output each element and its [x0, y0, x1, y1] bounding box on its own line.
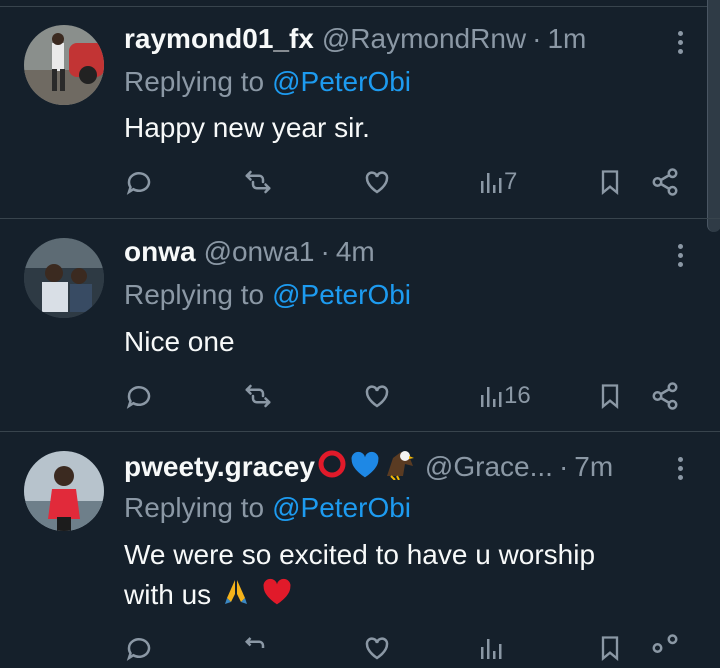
- tweet-text-line: Happy new year sir.: [124, 112, 370, 143]
- separator-dot: ·: [532, 23, 542, 54]
- red-ring-icon: [317, 449, 347, 486]
- eagle-icon: [383, 448, 417, 487]
- mention-link[interactable]: @PeterObi: [272, 66, 411, 98]
- red-heart-icon: [261, 576, 293, 617]
- share-icon[interactable]: [650, 628, 680, 668]
- avatar-onwa[interactable]: [24, 238, 104, 318]
- display-name[interactable]: pweety.gracey: [124, 451, 315, 483]
- bookmark-icon[interactable]: [596, 628, 624, 668]
- tweet-divider: [0, 431, 720, 432]
- action-bar: 16: [124, 376, 694, 416]
- bookmark-icon[interactable]: [596, 162, 624, 202]
- user-handle[interactable]: @Grace...: [425, 451, 553, 483]
- replying-to: Replying to @PeterObi: [124, 65, 411, 99]
- more-options-icon[interactable]: [666, 451, 694, 485]
- display-name[interactable]: raymond01_fx: [124, 23, 314, 55]
- tweet-text-fragment: with us: [124, 579, 212, 610]
- more-options-icon[interactable]: [666, 238, 694, 272]
- tweet-text-line: Nice one: [124, 326, 235, 357]
- tweet-divider: [0, 218, 720, 219]
- tweet-text: Happy new year sir.: [124, 108, 684, 148]
- action-bar: [124, 628, 694, 668]
- reply-icon[interactable]: [124, 162, 154, 202]
- folded-hands-icon: [221, 576, 251, 617]
- mention-link[interactable]: @PeterObi: [272, 492, 411, 524]
- more-options-icon[interactable]: [666, 25, 694, 59]
- tweet-text: We were so excited to have u worship wit…: [124, 535, 684, 617]
- replying-to-label: Replying to: [124, 279, 265, 310]
- mention-link[interactable]: @PeterObi: [272, 279, 411, 311]
- views-button[interactable]: 16: [480, 376, 531, 416]
- views-button[interactable]: [480, 628, 502, 668]
- separator-dot: ·: [320, 236, 330, 267]
- separator-dot: ·: [558, 451, 569, 482]
- retweet-icon[interactable]: [242, 376, 274, 416]
- tweet-text-line-2: with us: [124, 575, 684, 617]
- analytics-icon: [481, 639, 502, 659]
- retweet-icon[interactable]: [242, 162, 274, 202]
- views-button[interactable]: 7: [480, 162, 517, 202]
- like-icon[interactable]: [362, 376, 392, 416]
- views-count: 7: [504, 168, 518, 195]
- tweet-text-line: We were so excited to have u worship: [124, 539, 596, 570]
- share-icon[interactable]: [650, 162, 680, 202]
- action-bar: 7: [124, 162, 694, 202]
- tweet-header: raymond01_fx @RaymondRnw · 1m: [124, 22, 586, 56]
- replying-to-label: Replying to: [124, 492, 265, 523]
- tweet-header: onwa @onwa1 · 4m: [124, 235, 375, 269]
- user-handle[interactable]: @RaymondRnw: [322, 23, 526, 55]
- like-icon[interactable]: [362, 162, 392, 202]
- timestamp[interactable]: 1m: [547, 23, 586, 55]
- blue-heart-icon: [349, 449, 381, 486]
- reply-icon[interactable]: [124, 628, 154, 668]
- display-name[interactable]: onwa: [124, 236, 196, 268]
- tweet-text: Nice one: [124, 322, 684, 362]
- analytics-icon: [481, 387, 502, 407]
- replying-to: Replying to @PeterObi: [124, 491, 411, 525]
- retweet-icon[interactable]: [242, 628, 274, 668]
- like-icon[interactable]: [362, 628, 392, 668]
- top-divider: [0, 0, 720, 7]
- avatar-pweety-gracey[interactable]: [24, 451, 104, 531]
- user-handle[interactable]: @onwa1: [204, 236, 315, 268]
- replying-to: Replying to @PeterObi: [124, 278, 411, 312]
- scrollbar[interactable]: [707, 0, 720, 232]
- avatar-raymond01[interactable]: [24, 25, 104, 105]
- views-count: 16: [504, 382, 531, 409]
- reply-icon[interactable]: [124, 376, 154, 416]
- analytics-icon: [481, 173, 502, 193]
- timestamp[interactable]: 4m: [336, 236, 375, 268]
- share-icon[interactable]: [650, 376, 680, 416]
- timestamp[interactable]: 7m: [574, 451, 613, 483]
- replying-to-label: Replying to: [124, 66, 265, 97]
- tweet-header: pweety.gracey @Grace... · 7m: [124, 450, 613, 484]
- bookmark-icon[interactable]: [596, 376, 624, 416]
